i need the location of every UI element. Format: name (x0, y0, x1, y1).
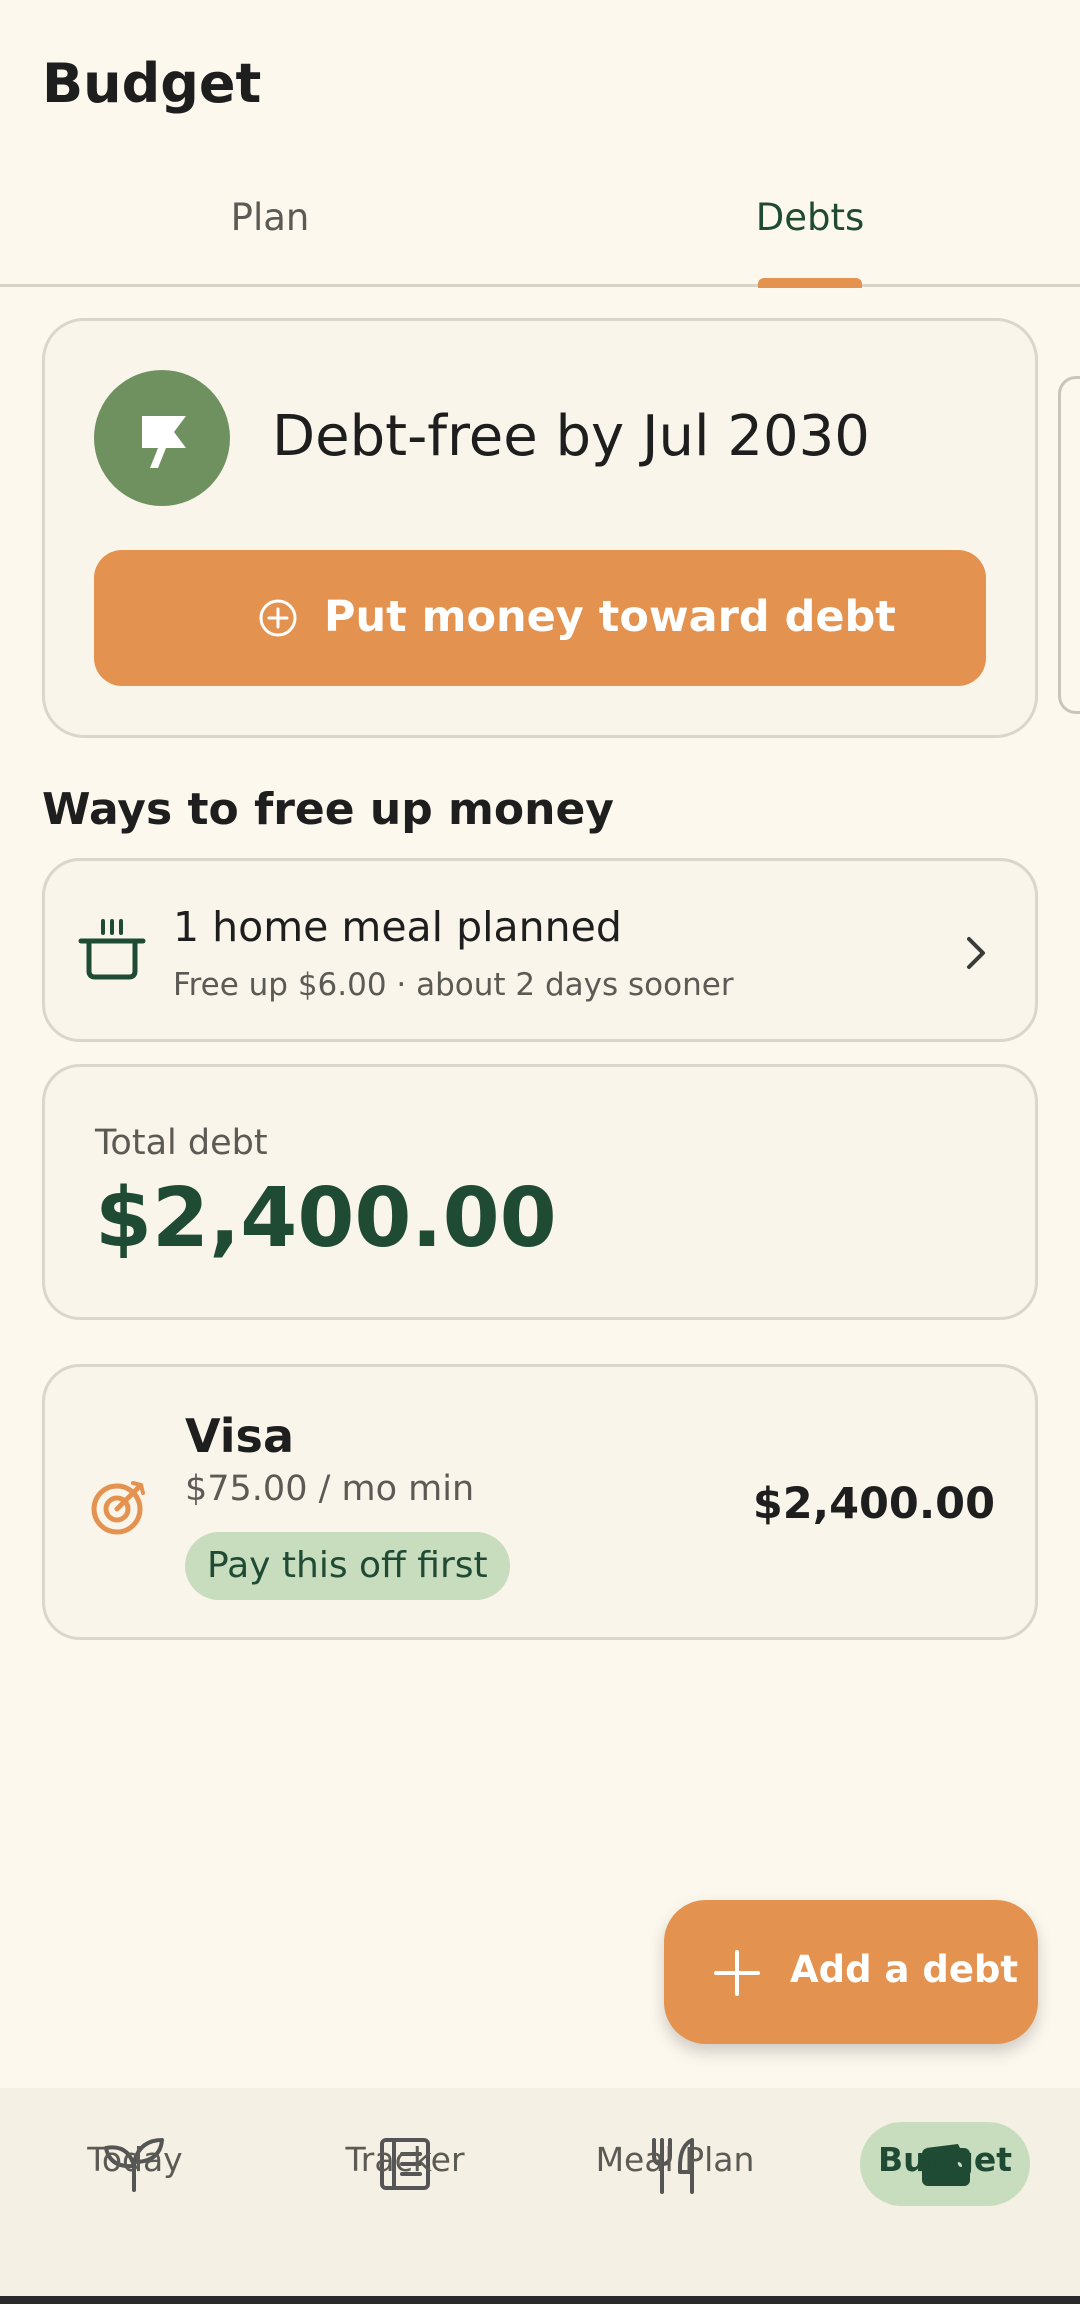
plus-icon (714, 1950, 760, 1996)
next-card-peek (1058, 376, 1080, 714)
total-debt-label: Total debt (95, 1123, 268, 1163)
tab-plan[interactable]: Plan (170, 196, 370, 239)
debt-item-visa[interactable]: Visa $75.00 / mo min Pay this off first … (42, 1364, 1038, 1640)
nav-label-meal-plan: Meal Plan (595, 2140, 755, 2179)
pot-icon (78, 919, 146, 980)
active-tab-indicator (758, 278, 862, 288)
add-debt-button[interactable]: Add a debt (664, 1900, 1038, 2044)
nav-label-budget: Budget (877, 2140, 1013, 2179)
pay-first-badge: Pay this off first (185, 1532, 510, 1600)
tab-debts[interactable]: Debts (710, 196, 910, 239)
debt-minimum-payment: $75.00 / mo min (185, 1469, 475, 1509)
total-debt-card: Total debt $2,400.00 (42, 1064, 1038, 1320)
target-icon (91, 1481, 145, 1535)
nav-label-tracker: Tracker (345, 2140, 465, 2179)
home-indicator-bar (0, 2296, 1080, 2304)
nav-label-today: Today (87, 2140, 183, 2179)
home-meal-title: 1 home meal planned (173, 903, 622, 951)
debt-name: Visa (185, 1409, 294, 1463)
plus-circle-icon (259, 599, 297, 637)
flag-icon (94, 370, 230, 506)
add-debt-label: Add a debt (790, 1948, 1019, 1991)
chevron-right-icon (967, 937, 985, 969)
home-meal-suggestion-card[interactable]: 1 home meal planned Free up $6.00 · abou… (42, 858, 1038, 1042)
debt-balance: $2,400.00 (752, 1479, 995, 1529)
total-debt-amount: $2,400.00 (95, 1171, 557, 1266)
put-money-toward-debt-button[interactable]: Put money toward debt (94, 550, 986, 686)
debt-free-headline: Debt-free by Jul 2030 (272, 404, 870, 469)
home-meal-subtitle: Free up $6.00 · about 2 days sooner (173, 967, 734, 1003)
put-money-toward-debt-label: Put money toward debt (324, 592, 896, 642)
page-title: Budget (42, 52, 262, 115)
tabs-divider (0, 284, 1080, 287)
section-title-ways: Ways to free up money (42, 784, 614, 835)
